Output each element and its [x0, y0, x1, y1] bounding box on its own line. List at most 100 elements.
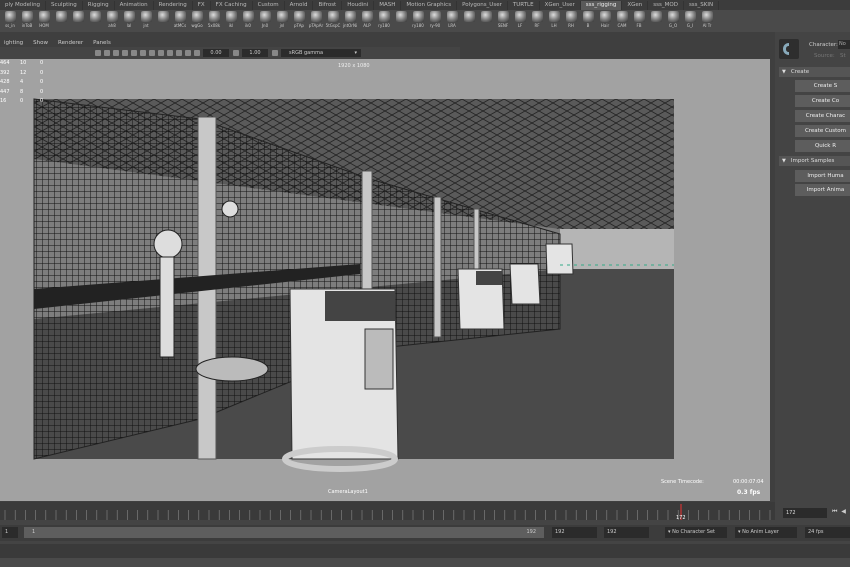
viewport-menu-item[interactable]: Show [33, 40, 48, 46]
shelf-tab[interactable]: Rigging [83, 0, 115, 10]
viewport-3d[interactable] [0, 59, 770, 501]
textured-icon[interactable] [131, 50, 137, 56]
shelf-button[interactable]: LF [512, 10, 528, 28]
shelf-tab[interactable]: Motion Graphics [401, 0, 458, 10]
shelf-button[interactable]: 5tGspC [325, 10, 341, 28]
shelf-button[interactable]: LRA [444, 10, 460, 28]
create-custom-rig-button[interactable]: Create Custom [795, 125, 850, 137]
max-time-field[interactable]: 192 [604, 527, 649, 538]
start-time-field[interactable]: 1 [2, 527, 18, 538]
shelf-button[interactable]: G_O [665, 10, 681, 28]
exposure-field[interactable]: 0.00 [203, 49, 229, 57]
character-dropdown[interactable]: No [838, 40, 850, 49]
shelf-button[interactable]: ss_in [2, 10, 18, 28]
shelf-button[interactable]: ALP [359, 10, 375, 28]
anim-layer-dropdown[interactable]: ▾ No Anim Layer [735, 527, 797, 538]
shelf-button[interactable] [393, 10, 409, 23]
shadows-icon[interactable] [149, 50, 155, 56]
end-time-field[interactable]: 192 [552, 527, 597, 538]
import-human-ik-button[interactable]: Import Huma [795, 170, 850, 182]
create-control-rig-button[interactable]: Create Co [795, 95, 850, 107]
ao-icon[interactable] [158, 50, 164, 56]
range-slider[interactable]: 1 192 [24, 527, 544, 538]
shelf-button[interactable]: ry180 [376, 10, 392, 28]
shelf-button[interactable]: atMCs [172, 10, 188, 28]
shelf-tab[interactable]: Rendering [154, 0, 193, 10]
shelf-button[interactable]: inToB [19, 10, 35, 28]
shelf-button[interactable] [53, 10, 69, 23]
xray-icon[interactable] [185, 50, 191, 56]
shelf-button[interactable]: G_I [682, 10, 698, 28]
shelf-button[interactable] [478, 10, 494, 23]
shelf-button[interactable]: HOM [36, 10, 52, 28]
exposure-icon[interactable] [194, 50, 200, 56]
shelf-button[interactable]: ikl [223, 10, 239, 28]
shelf-button[interactable]: Hair [597, 10, 613, 28]
shelf-button[interactable] [155, 10, 171, 23]
shelf-button[interactable]: ik0 [240, 10, 256, 28]
shelf-tab[interactable]: XGen [622, 0, 649, 10]
shelf-tab[interactable]: Bifrost [313, 0, 343, 10]
shelf-button[interactable]: RH [563, 10, 579, 28]
shelf-tab[interactable]: Custom [253, 0, 285, 10]
shelf-tab[interactable]: sss_SKIN [684, 0, 720, 10]
gamma-field[interactable]: 1.00 [242, 49, 268, 57]
quick-rig-button[interactable]: Quick R [795, 140, 850, 152]
shelf-button[interactable]: CAM [614, 10, 630, 28]
shelf-button[interactable]: B [580, 10, 596, 28]
shelf-button[interactable] [87, 10, 103, 23]
shelf-button[interactable]: jnl [274, 10, 290, 28]
create-section-header[interactable]: ▼ Create [779, 67, 850, 77]
create-character-button[interactable]: Create Charac [795, 110, 850, 122]
create-skeleton-button[interactable]: Create S [795, 80, 850, 92]
shelf-tab[interactable]: MASH [374, 0, 402, 10]
shelf-button[interactable]: pTApAr [308, 10, 324, 28]
shelf-button[interactable]: RF [529, 10, 545, 28]
shelf-tab[interactable]: sss_rigging [580, 0, 623, 10]
source-dropdown[interactable]: St [840, 53, 846, 59]
shelf-tab[interactable]: FX Caching [211, 0, 253, 10]
shelf-button[interactable]: lal [121, 10, 137, 28]
shelf-button[interactable]: pTAp [291, 10, 307, 28]
shelf-button[interactable]: Al Tr [699, 10, 715, 28]
command-line[interactable] [0, 544, 850, 558]
gamma-icon[interactable] [233, 50, 239, 56]
current-frame-field[interactable]: 172 [783, 508, 827, 518]
shelf-button[interactable]: jntOrNi [342, 10, 358, 28]
aa-icon[interactable] [167, 50, 173, 56]
shelf-tab[interactable]: XGen_User [540, 0, 581, 10]
shelf-tab[interactable]: Arnold [285, 0, 314, 10]
shelf-button[interactable]: SENF [495, 10, 511, 28]
shelf-button[interactable]: ry-90 [427, 10, 443, 28]
shelf-button[interactable] [648, 10, 664, 23]
shelf-button[interactable]: LH [546, 10, 562, 28]
shelf-button[interactable] [461, 10, 477, 23]
shelf-tab[interactable]: Animation [115, 0, 154, 10]
shelf-button[interactable]: ry180 [410, 10, 426, 28]
viewport-menu-item[interactable]: ighting [4, 40, 23, 46]
viewport-menu-item[interactable]: Panels [93, 40, 111, 46]
wireframe-icon[interactable] [113, 50, 119, 56]
import-samples-section-header[interactable]: ▼ Import Samples [779, 156, 850, 166]
shelf-tab[interactable]: TURTLE [508, 0, 540, 10]
lights-icon[interactable] [140, 50, 146, 56]
shelf-tab[interactable]: Houdini [342, 0, 375, 10]
time-slider[interactable]: 172 [0, 502, 775, 521]
camera-icon[interactable] [95, 50, 101, 56]
shelf-tab[interactable]: Sculpting [46, 0, 83, 10]
shaded-icon[interactable] [122, 50, 128, 56]
shelf-button[interactable]: Jn0 [257, 10, 273, 28]
isolate-icon[interactable] [176, 50, 182, 56]
shelf-button[interactable]: wgGo [189, 10, 205, 28]
shelf-button[interactable] [70, 10, 86, 23]
shelf-button[interactable]: jnt [138, 10, 154, 28]
shelf-button[interactable]: ah8 [104, 10, 120, 28]
grid-icon[interactable] [104, 50, 110, 56]
playback-controls[interactable]: ⏮ ◀ [832, 508, 847, 516]
viewport-menu-item[interactable]: Renderer [58, 40, 83, 46]
import-animation-button[interactable]: Import Anima [795, 184, 850, 196]
shelf-button[interactable]: FB [631, 10, 647, 28]
shelf-tab[interactable]: ply Modeling [0, 0, 47, 10]
shelf-tab[interactable]: sss_MOD [648, 0, 684, 10]
shelf-tab[interactable]: FX [193, 0, 211, 10]
